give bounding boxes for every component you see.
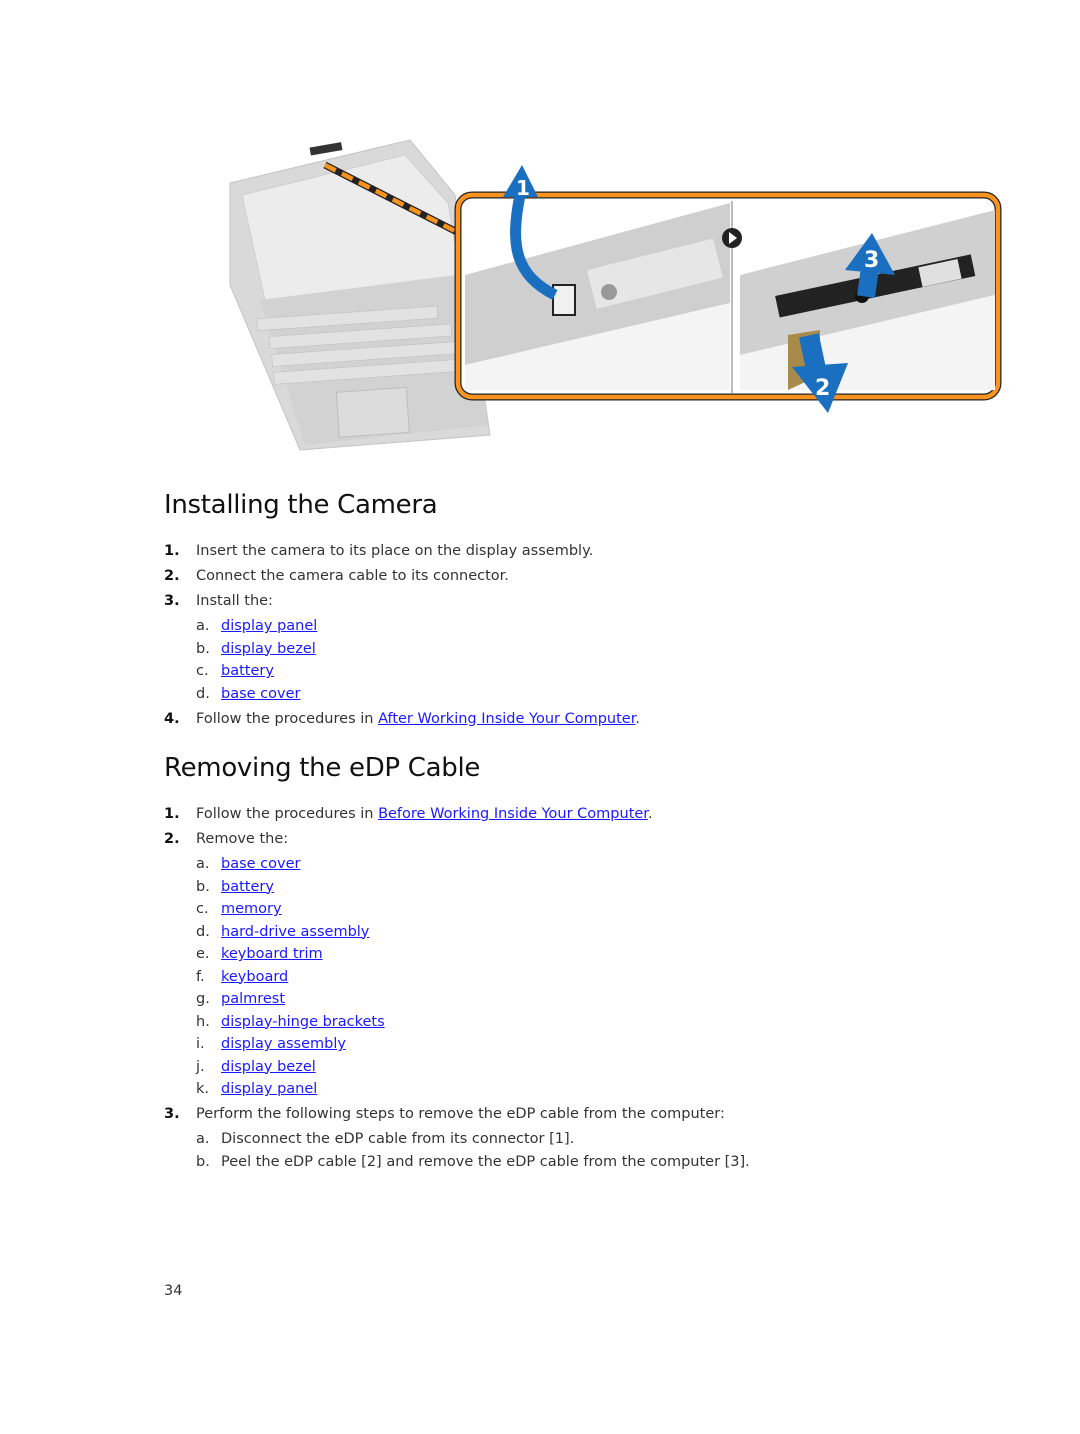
link-base-cover[interactable]: base cover bbox=[221, 856, 300, 872]
link-display-hinge-brackets[interactable]: display-hinge brackets bbox=[221, 1014, 385, 1030]
link-display-panel[interactable]: display panel bbox=[221, 618, 317, 634]
page-number: 34 bbox=[164, 1283, 183, 1299]
link-keyboard[interactable]: keyboard bbox=[221, 969, 288, 985]
sub-letter: c. bbox=[196, 663, 209, 679]
step-text: Install the: bbox=[196, 593, 273, 609]
link-battery[interactable]: battery bbox=[221, 879, 274, 895]
camera-removal-illustration: 1 3 2 bbox=[220, 135, 1010, 455]
step-text-suffix: . bbox=[635, 710, 640, 727]
sub-letter: j. bbox=[196, 1058, 205, 1075]
link-base-cover[interactable]: base cover bbox=[221, 686, 300, 702]
sub-letter: e. bbox=[196, 946, 210, 962]
link-before-working-inside[interactable]: Before Working Inside Your Computer bbox=[378, 806, 648, 822]
link-display-assembly[interactable]: display assembly bbox=[221, 1036, 346, 1052]
step-number: 1. bbox=[164, 543, 180, 559]
sub-letter: a. bbox=[196, 856, 210, 872]
link-display-bezel[interactable]: display bezel bbox=[221, 1059, 316, 1075]
sub-letter: d. bbox=[196, 923, 210, 940]
step-text-suffix: . bbox=[647, 806, 653, 822]
sub-letter: c. bbox=[196, 901, 209, 917]
link-memory[interactable]: memory bbox=[221, 901, 282, 917]
callout-label-3: 3 bbox=[864, 248, 879, 273]
link-battery[interactable]: battery bbox=[221, 663, 274, 679]
link-after-working-inside[interactable]: After Working Inside Your Computer bbox=[378, 711, 635, 727]
sub-letter: a. bbox=[196, 1131, 210, 1147]
sub-letter: b. bbox=[196, 640, 210, 657]
step-number: 4. bbox=[164, 710, 180, 727]
section-title-installing-camera: Installing the Camera bbox=[164, 490, 438, 520]
step-text: Follow the procedures in bbox=[196, 806, 379, 822]
link-display-bezel[interactable]: display bezel bbox=[221, 641, 316, 657]
step-number: 3. bbox=[164, 593, 180, 609]
section-title-removing-edp-cable: Removing the eDP Cable bbox=[164, 753, 481, 783]
sub-letter: a. bbox=[196, 618, 210, 634]
sub-step-text: Peel the eDP cable [2] and remove the eD… bbox=[221, 1153, 750, 1170]
sub-letter: i. bbox=[196, 1036, 205, 1052]
step-number: 2. bbox=[164, 831, 180, 847]
step-number: 2. bbox=[164, 568, 180, 584]
step-text: Perform the following steps to remove th… bbox=[196, 1106, 725, 1122]
step-number: 1. bbox=[164, 806, 180, 822]
illustration-svg: 1 3 2 bbox=[229, 139, 1002, 451]
link-keyboard-trim[interactable]: keyboard trim bbox=[221, 946, 323, 962]
sub-letter: f. bbox=[196, 968, 205, 985]
link-palmrest[interactable]: palmrest bbox=[221, 991, 285, 1007]
step-text: Connect the camera cable to its connecto… bbox=[196, 568, 509, 584]
step-text: Insert the camera to its place on the di… bbox=[196, 543, 594, 559]
callout-label-1: 1 bbox=[516, 176, 530, 200]
sub-letter: b. bbox=[196, 1153, 210, 1170]
sub-step-text: Disconnect the eDP cable from its connec… bbox=[221, 1131, 575, 1147]
link-hard-drive-assembly[interactable]: hard-drive assembly bbox=[221, 924, 369, 940]
sub-letter: g. bbox=[196, 991, 210, 1007]
sub-letter: d. bbox=[196, 685, 210, 702]
link-display-panel[interactable]: display panel bbox=[221, 1081, 317, 1097]
step-number: 3. bbox=[164, 1106, 180, 1122]
step-text: Remove the: bbox=[196, 831, 289, 847]
step-text: Follow the procedures in bbox=[196, 710, 379, 727]
callout-label-2: 2 bbox=[815, 376, 830, 401]
sub-letter: h. bbox=[196, 1013, 210, 1030]
sub-letter: k. bbox=[196, 1081, 210, 1097]
sub-letter: b. bbox=[196, 878, 210, 895]
